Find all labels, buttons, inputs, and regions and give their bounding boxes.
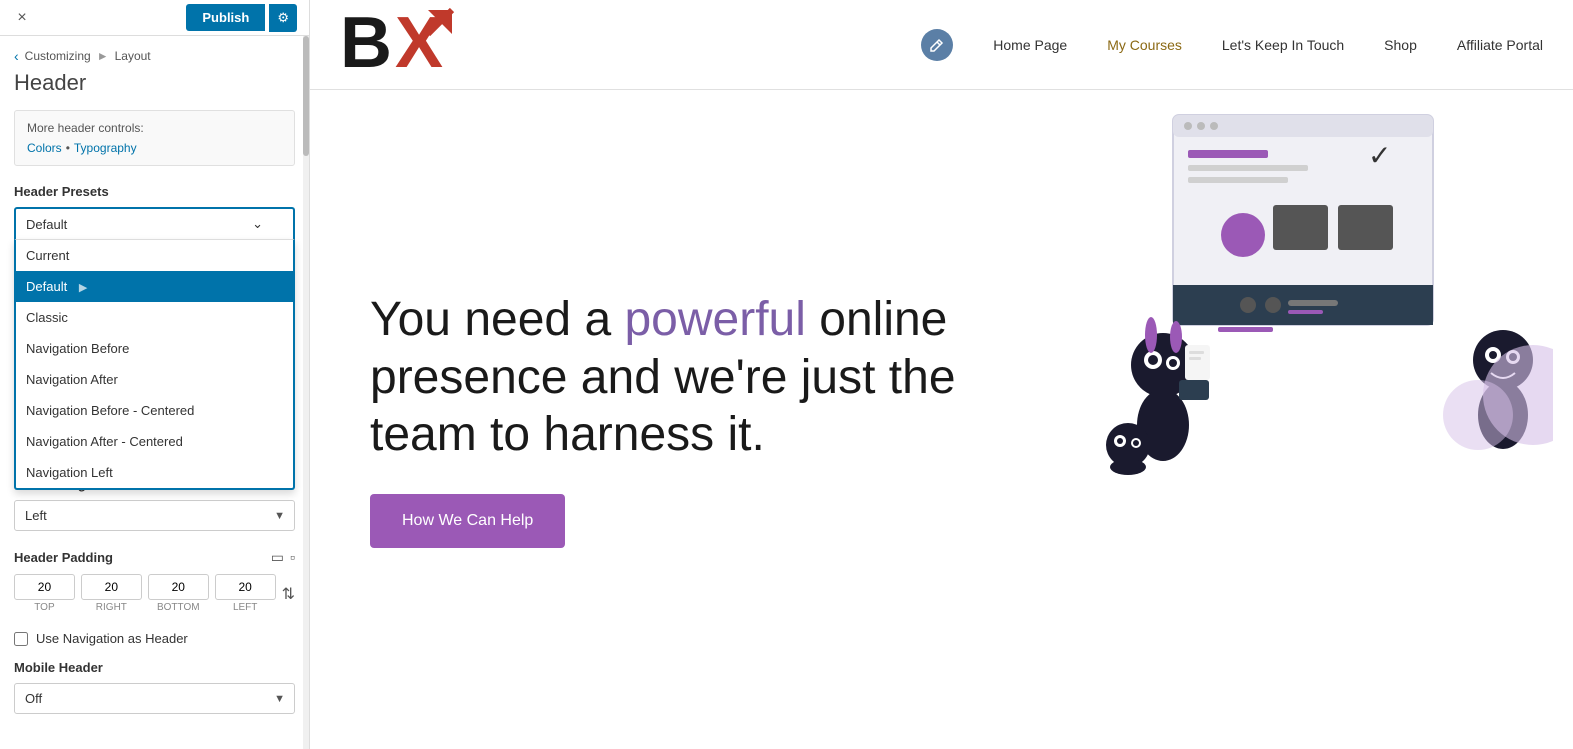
dropdown-list: Current Default ▶ Classic Navigation Bef… xyxy=(14,239,295,490)
padding-top-field: TOP xyxy=(14,574,75,613)
logo[interactable]: B X xyxy=(340,2,460,87)
hero-line4: team to harness it. xyxy=(370,408,765,461)
mobile-header-section: Mobile Header Off On ▼ xyxy=(14,660,295,714)
publish-button[interactable]: Publish xyxy=(186,4,265,31)
header-presets-section: Header Presets Default ⌄ Current Default… xyxy=(14,184,295,239)
hero-line3: presence and we're just the xyxy=(370,351,956,404)
breadcrumb: ‹ Customizing ► Layout xyxy=(14,48,295,64)
header-presets-dropdown[interactable]: Default ⌄ Current Default ▶ Classic Navi… xyxy=(14,207,295,239)
mobile-header-label: Mobile Header xyxy=(14,660,295,675)
padding-top-label: TOP xyxy=(14,602,75,613)
svg-text:✓: ✓ xyxy=(1368,140,1391,171)
padding-right-input[interactable] xyxy=(81,574,142,600)
close-button[interactable]: × xyxy=(12,8,32,28)
more-header-controls: More header controls: Colors • Typograph… xyxy=(14,110,295,166)
more-header-links: Colors • Typography xyxy=(27,141,282,155)
nav-affiliate[interactable]: Affiliate Portal xyxy=(1457,37,1543,53)
sidebar-scroll-area: ‹ Customizing ► Layout Header More heade… xyxy=(0,36,309,749)
header-alignment-wrapper: Left Center Right ▼ xyxy=(14,500,295,531)
scroll-thumb[interactable] xyxy=(303,36,309,156)
padding-link-icon[interactable]: ⇅ xyxy=(282,574,295,613)
padding-mobile-icon[interactable]: ▫ xyxy=(290,549,295,566)
dropdown-item-nav-left[interactable]: Navigation Left xyxy=(16,457,293,488)
padding-right-label: RIGHT xyxy=(81,602,142,613)
nav-as-header-checkbox[interactable] xyxy=(14,632,28,646)
padding-right-field: RIGHT xyxy=(81,574,142,613)
chevron-down-icon: ⌄ xyxy=(252,216,263,232)
dropdown-item-nav-before[interactable]: Navigation Before xyxy=(16,333,293,364)
dropdown-item-default[interactable]: Default ▶ xyxy=(16,271,293,302)
nav-items: Home Page My Courses Let's Keep In Touch… xyxy=(921,29,1543,61)
gear-button[interactable]: ⚙ xyxy=(269,4,297,32)
breadcrumb-parent[interactable]: Customizing xyxy=(25,49,91,63)
dropdown-item-current[interactable]: Current xyxy=(16,240,293,271)
padding-top-input[interactable] xyxy=(14,574,75,600)
top-bar: × Publish ⚙ xyxy=(0,0,309,36)
padding-desktop-icon[interactable]: ▭ xyxy=(271,549,284,566)
svg-text:B: B xyxy=(340,3,392,82)
padding-left-label: LEFT xyxy=(215,602,276,613)
mobile-header-select[interactable]: Off On xyxy=(14,683,295,714)
hero-illustration-svg: ✓ xyxy=(1073,100,1553,480)
dropdown-selected-value: Default xyxy=(26,217,67,232)
dropdown-item-nav-after[interactable]: Navigation After xyxy=(16,364,293,395)
breadcrumb-current: Layout xyxy=(115,49,151,63)
header-padding-label: Header Padding xyxy=(14,550,113,565)
hero-line2: online xyxy=(806,293,947,346)
breadcrumb-separator: ► xyxy=(97,49,109,63)
padding-icons: ▭ ▫ xyxy=(271,549,295,566)
hero-highlight: powerful xyxy=(624,293,805,346)
logo-svg: B X xyxy=(340,2,460,82)
page-title: Header xyxy=(14,70,295,96)
padding-left-field: LEFT xyxy=(215,574,276,613)
padding-bottom-input[interactable] xyxy=(148,574,209,600)
padding-bottom-label: BOTTOM xyxy=(148,602,209,613)
dropdown-item-nav-after-centered[interactable]: Navigation After - Centered xyxy=(16,426,293,457)
back-arrow-icon[interactable]: ‹ xyxy=(14,48,19,64)
nav-my-courses[interactable]: My Courses xyxy=(1107,37,1182,53)
logo-area: B X xyxy=(340,2,460,87)
dropdown-item-nav-before-centered[interactable]: Navigation Before - Centered xyxy=(16,395,293,426)
scroll-track xyxy=(303,36,309,749)
site-header: B X Home Page My Courses Let's Keep In T… xyxy=(310,0,1573,90)
edit-icon-svg xyxy=(930,38,944,52)
more-header-label: More header controls: xyxy=(27,121,282,135)
cta-button[interactable]: How We Can Help xyxy=(370,494,565,548)
dropdown-trigger[interactable]: Default ⌄ xyxy=(14,207,295,239)
nav-edit-icon[interactable] xyxy=(921,29,953,61)
nav-keep-in-touch[interactable]: Let's Keep In Touch xyxy=(1222,37,1344,53)
header-alignment-select[interactable]: Left Center Right xyxy=(14,500,295,531)
left-panel: × Publish ⚙ ‹ Customizing ► Layout Heade… xyxy=(0,0,310,749)
padding-inputs: TOP RIGHT BOTTOM LEFT ⇅ xyxy=(14,574,295,613)
mobile-header-wrapper: Off On ▼ xyxy=(14,683,295,714)
header-padding-section: Header Padding ▭ ▫ TOP RIGHT BOTTOM xyxy=(14,549,295,613)
hero-heading: You need a powerful online presence and … xyxy=(370,291,970,464)
nav-shop[interactable]: Shop xyxy=(1384,37,1417,53)
publish-group: Publish ⚙ xyxy=(186,4,297,32)
hero-illustration: ✓ xyxy=(1073,100,1553,480)
header-presets-label: Header Presets xyxy=(14,184,295,199)
hero-text: You need a powerful online presence and … xyxy=(370,291,970,548)
nav-as-header-label: Use Navigation as Header xyxy=(36,631,188,646)
link-separator: • xyxy=(66,141,70,155)
colors-link[interactable]: Colors xyxy=(27,141,62,155)
preview-area: B X Home Page My Courses Let's Keep In T… xyxy=(310,0,1573,749)
hero-line1: You need a xyxy=(370,293,624,346)
padding-header: Header Padding ▭ ▫ xyxy=(14,549,295,566)
padding-left-input[interactable] xyxy=(215,574,276,600)
dropdown-item-classic[interactable]: Classic xyxy=(16,302,293,333)
nav-as-header-row: Use Navigation as Header xyxy=(14,631,295,646)
preview-content: You need a powerful online presence and … xyxy=(310,90,1573,749)
typography-link[interactable]: Typography xyxy=(74,141,137,155)
nav-home[interactable]: Home Page xyxy=(993,37,1067,53)
padding-bottom-field: BOTTOM xyxy=(148,574,209,613)
